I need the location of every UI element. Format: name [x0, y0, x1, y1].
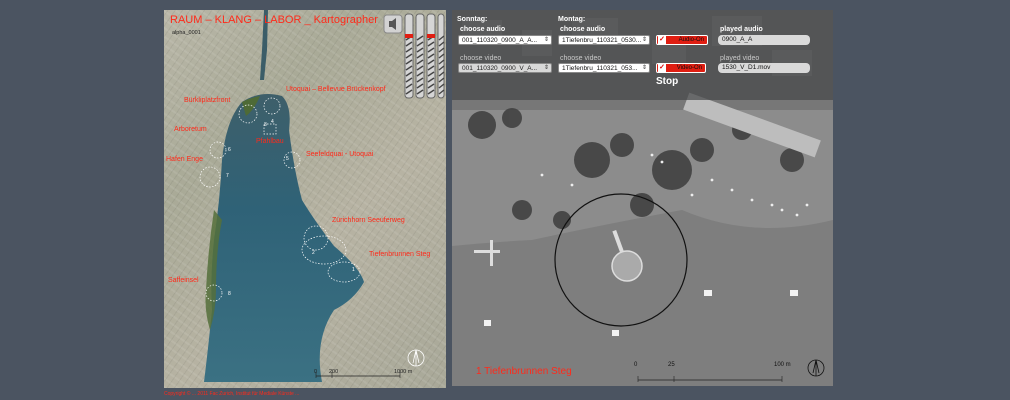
scale-end: 100 m — [774, 362, 791, 368]
lake-map-graphic — [199, 10, 445, 382]
monday-video-select[interactable]: 1Tiefenbru_110321_053... ⇕ — [558, 63, 650, 73]
current-place-name: 1 Tiefenbrunnen Steg — [476, 366, 572, 377]
scale-mid: 200 — [329, 369, 339, 375]
choose-video-label: choose video — [560, 55, 602, 62]
choose-audio-label: choose audio — [560, 26, 606, 33]
place-label[interactable]: Hafen Enge — [166, 156, 203, 163]
place-number: 2 — [312, 250, 315, 256]
place-number: 6 — [228, 147, 231, 153]
choose-audio-label: choose audio — [460, 26, 506, 33]
place-label[interactable]: Saffeinsel — [168, 277, 199, 284]
stepper-icon: ⇕ — [543, 65, 549, 71]
played-video-field: 1530_V_D1.mov — [718, 63, 810, 73]
monday-heading: Montag: — [558, 16, 586, 23]
sunday-audio-select[interactable]: 001_110320_0900_A_A... ⇕ — [458, 35, 552, 45]
monday-video-value: 1Tiefenbru_110321_053... — [562, 65, 638, 72]
played-audio-label: played audio — [720, 26, 763, 33]
place-label[interactable]: Utoquai – Bellevue Brückenkopf — [286, 86, 386, 93]
sunday-audio-value: 001_110320_0900_A_A... — [462, 37, 538, 44]
control-bar: Sonntag: Montag: choose audio 001_110320… — [452, 10, 833, 100]
place-label[interactable]: Pfahlbau — [256, 138, 284, 145]
played-audio-field: 0900_A_A — [718, 35, 810, 45]
audio-on-toggle[interactable]: ✓ Audio-On — [656, 35, 708, 45]
sunday-video-select[interactable]: 001_110320_0900_V_A... ⇕ — [458, 63, 552, 73]
choose-video-label: choose video — [460, 55, 502, 62]
place-number: 8 — [228, 291, 231, 297]
audio-on-label: Audio-On — [678, 37, 704, 43]
video-on-toggle[interactable]: ✓ Video-On — [656, 63, 706, 73]
monday-audio-value: 1Tiefenbru_110321_0530... — [562, 37, 642, 44]
place-label[interactable]: Seefeldquai - Utoquai — [306, 151, 373, 158]
volume-sliders — [404, 13, 445, 99]
place-number: 5 — [286, 156, 289, 162]
stepper-icon: ⇕ — [641, 37, 647, 43]
place-label[interactable]: Zürichhorn Seeuferweg — [332, 217, 405, 224]
place-number: 1 — [352, 267, 355, 273]
place-number: 3 — [264, 122, 267, 128]
monday-audio-select[interactable]: 1Tiefenbru_110321_0530... ⇕ — [558, 35, 650, 45]
scale-zero: 0 — [634, 362, 638, 368]
aerial-view[interactable]: Sonntag: Montag: choose audio 001_110320… — [452, 10, 833, 386]
place-label[interactable]: Tiefenbrunnen Steg — [369, 251, 430, 258]
checkmark-icon: ✓ — [658, 64, 666, 72]
scale-end: 1000 m — [394, 369, 413, 375]
sunday-heading: Sonntag: — [457, 16, 488, 23]
lake-zurich — [204, 94, 364, 382]
place-number: 4 — [271, 119, 274, 125]
place-number: 7 — [226, 173, 229, 179]
video-on-label: Video-On — [676, 65, 702, 71]
checkmark-icon: ✓ — [658, 36, 666, 44]
app-title: RAUM – KLANG – LABOR _ Kartographer — [170, 14, 378, 26]
played-video-label: played video — [720, 55, 760, 62]
stepper-icon: ⇕ — [543, 37, 549, 43]
stepper-icon: ⇕ — [641, 65, 647, 71]
place-label[interactable]: Bürkliplatzfront — [184, 97, 230, 104]
scale-zero: 0 — [314, 369, 318, 375]
place-label[interactable]: Arboretum — [174, 126, 207, 133]
sunday-video-value: 001_110320_0900_V_A... — [462, 65, 538, 72]
credits-text: Copyright © ... 2011 Fac Zurich, Institu… — [164, 391, 300, 397]
version-label: alpha_0001 — [172, 30, 201, 36]
scale-mid: 25 — [668, 362, 675, 368]
overview-map[interactable]: RAUM – KLANG – LABOR _ Kartographer alph… — [164, 10, 446, 388]
stop-button[interactable]: Stop — [656, 76, 678, 87]
